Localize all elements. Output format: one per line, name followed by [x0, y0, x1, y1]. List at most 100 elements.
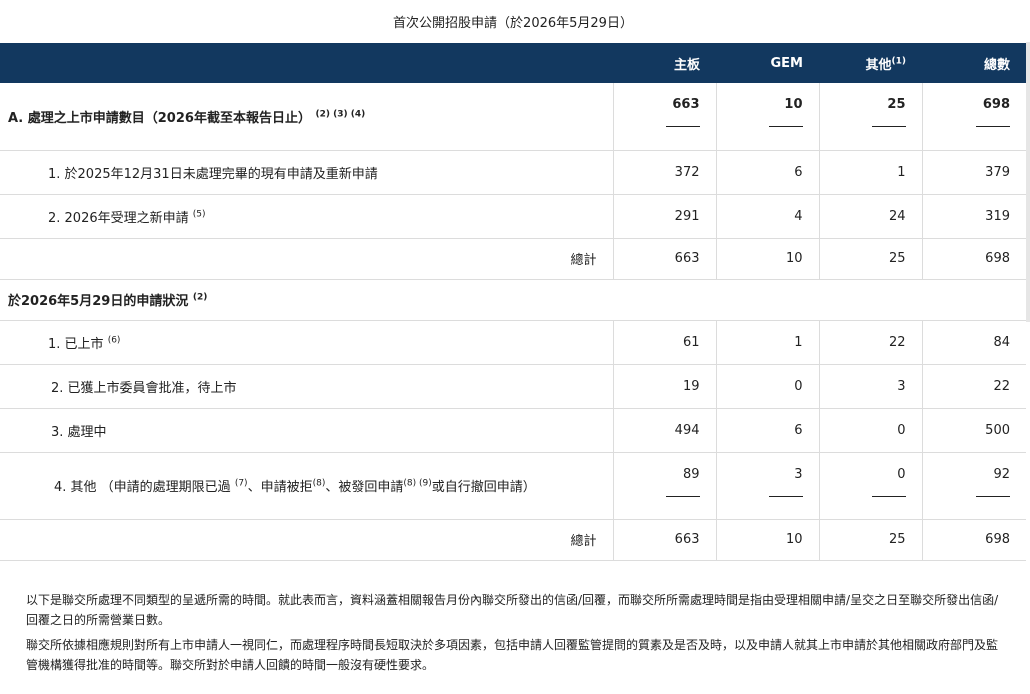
header-other-label: 其他	[865, 57, 892, 73]
total-row: 總計 663 10 25 698	[0, 519, 1026, 561]
table-row: 2. 2026年受理之新申請 (5) 291 4 24 319	[0, 194, 1026, 239]
scrollbar[interactable]	[1026, 42, 1030, 322]
value-text: 92	[993, 466, 1010, 482]
underline	[665, 126, 700, 127]
value-other: 22	[818, 320, 922, 365]
ipo-applications-table: 主板 GEM 其他(1) 總數 A. 處理之上市申請數目（2026年截至本報告日…	[0, 43, 1026, 561]
footnote-ref[interactable]: (5)	[193, 209, 206, 219]
underline	[768, 495, 803, 497]
table-row: 2. 已獲上市委員會批准，待上市 19 0 3 22	[0, 364, 1026, 409]
row-label: 4. 其他 （申請的處理期限已過 (7)、申請被拒(8)、被發回申請(8) (9…	[0, 452, 613, 520]
underline	[871, 495, 906, 497]
value-gem: 0	[715, 364, 819, 409]
value-other: 25	[818, 238, 922, 280]
value-other: 0	[818, 408, 922, 453]
value-main-board: 61	[612, 320, 716, 365]
value-text: 89	[682, 466, 700, 482]
row-label: A. 處理之上市申請數目（2026年截至本報告日止） (2) (3) (4)	[0, 83, 613, 151]
value-main-board: 494	[612, 408, 716, 453]
value-main-board: 663	[612, 83, 716, 151]
value-total: 319	[921, 194, 1026, 239]
value-total: 92	[921, 452, 1026, 520]
value-gem: 4	[715, 194, 819, 239]
value-text: 698	[982, 97, 1010, 112]
underline	[871, 126, 906, 127]
header-other-footnote[interactable]: (1)	[892, 56, 907, 66]
value-other: 1	[818, 150, 922, 195]
value-total: 379	[921, 150, 1026, 195]
value-gem: 10	[715, 519, 819, 561]
value-gem: 3	[715, 452, 819, 520]
value-total: 500	[921, 408, 1026, 453]
row-label: 2. 已獲上市委員會批准，待上市	[0, 364, 613, 409]
section-title: 於2026年5月29日的申請狀況 (2)	[0, 279, 1026, 321]
value-total: 698	[921, 238, 1026, 280]
notes: 以下是聯交所處理不同類型的呈遞所需的時間。就此表而言，資料涵蓋相關報告月份內聯交…	[26, 590, 1006, 680]
value-other: 24	[818, 194, 922, 239]
row-label: 1. 於2025年12月31日未處理完畢的現有申請及重新申請	[0, 150, 613, 195]
table-row: 1. 於2025年12月31日未處理完畢的現有申請及重新申請 372 6 1 3…	[0, 150, 1026, 195]
value-total: 698	[921, 519, 1026, 561]
value-text: 663	[672, 97, 700, 112]
value-gem: 10	[715, 83, 819, 151]
table-row: 3. 處理中 494 6 0 500	[0, 408, 1026, 453]
underline	[665, 495, 700, 497]
total-label: 總計	[0, 238, 613, 280]
table-row: 4. 其他 （申請的處理期限已過 (7)、申請被拒(8)、被發回申請(8) (9…	[0, 452, 1026, 520]
footnote-ref[interactable]: (8) (9)	[403, 479, 431, 489]
page-title: 首次公開招股申請（於2026年5月29日）	[393, 16, 633, 31]
footnote-ref[interactable]: (2)	[193, 293, 208, 303]
row-label-text: A. 處理之上市申請數目（2026年截至本報告日止）	[8, 110, 311, 126]
value-gem: 6	[715, 408, 819, 453]
underline	[768, 126, 803, 127]
value-text: 0	[897, 466, 906, 482]
value-text: 3	[794, 466, 803, 482]
row-label: 3. 處理中	[0, 408, 613, 453]
value-gem: 6	[715, 150, 819, 195]
value-total: 22	[921, 364, 1026, 409]
value-total: 698	[921, 83, 1026, 151]
value-other: 0	[818, 452, 922, 520]
total-label: 總計	[0, 519, 613, 561]
value-other: 25	[818, 83, 922, 151]
underline	[976, 495, 1010, 497]
header-main-board: 主板	[613, 43, 716, 83]
note-paragraph: 聯交所依據相應規則對所有上市申請人一視同仁，而處理程序時間長短取決於多項因素，包…	[26, 638, 999, 672]
row-label-text: 、被發回申請	[325, 480, 404, 495]
total-row: 總計 663 10 25 698	[0, 238, 1026, 280]
underline	[976, 126, 1010, 127]
section-title-text: 於2026年5月29日的申請狀況	[8, 294, 189, 309]
row-label-text: 4. 其他 （申請的處理期限已過	[54, 480, 231, 495]
header-total: 總數	[922, 43, 1026, 83]
value-main-board: 372	[612, 150, 716, 195]
value-other: 25	[818, 519, 922, 561]
value-main-board: 89	[612, 452, 716, 520]
footnote-ref[interactable]: (2) (3) (4)	[315, 109, 365, 119]
table-header-row: 主板 GEM 其他(1) 總數	[0, 43, 1026, 83]
value-total: 84	[921, 320, 1026, 365]
row-label-text: 或自行撤回申請）	[431, 480, 536, 495]
value-gem: 1	[715, 320, 819, 365]
table-row: 1. 已上市 (6) 61 1 22 84	[0, 320, 1026, 365]
footnote-ref[interactable]: (8)	[313, 479, 326, 489]
value-text: 10	[784, 97, 803, 112]
section-header-row: 於2026年5月29日的申請狀況 (2)	[0, 279, 1026, 321]
table-row: A. 處理之上市申請數目（2026年截至本報告日止） (2) (3) (4) 6…	[0, 83, 1026, 151]
value-main-board: 19	[612, 364, 716, 409]
header-other: 其他(1)	[819, 43, 922, 83]
row-label-text: 2. 2026年受理之新申請	[48, 210, 189, 226]
note-paragraph: 以下是聯交所處理不同類型的呈遞所需的時間。就此表而言，資料涵蓋相關報告月份內聯交…	[26, 593, 999, 627]
value-main-board: 663	[612, 519, 716, 561]
footnote-ref[interactable]: (6)	[108, 335, 121, 345]
row-label-text: 1. 已上市	[48, 336, 104, 352]
value-text: 25	[887, 97, 906, 112]
row-label: 2. 2026年受理之新申請 (5)	[0, 194, 613, 239]
header-gem: GEM	[716, 43, 819, 83]
value-gem: 10	[715, 238, 819, 280]
value-other: 3	[818, 364, 922, 409]
row-label: 1. 已上市 (6)	[0, 320, 613, 365]
value-main-board: 291	[612, 194, 716, 239]
row-label-text: 、申請被拒	[247, 480, 313, 495]
value-main-board: 663	[612, 238, 716, 280]
footnote-ref[interactable]: (7)	[235, 479, 248, 489]
